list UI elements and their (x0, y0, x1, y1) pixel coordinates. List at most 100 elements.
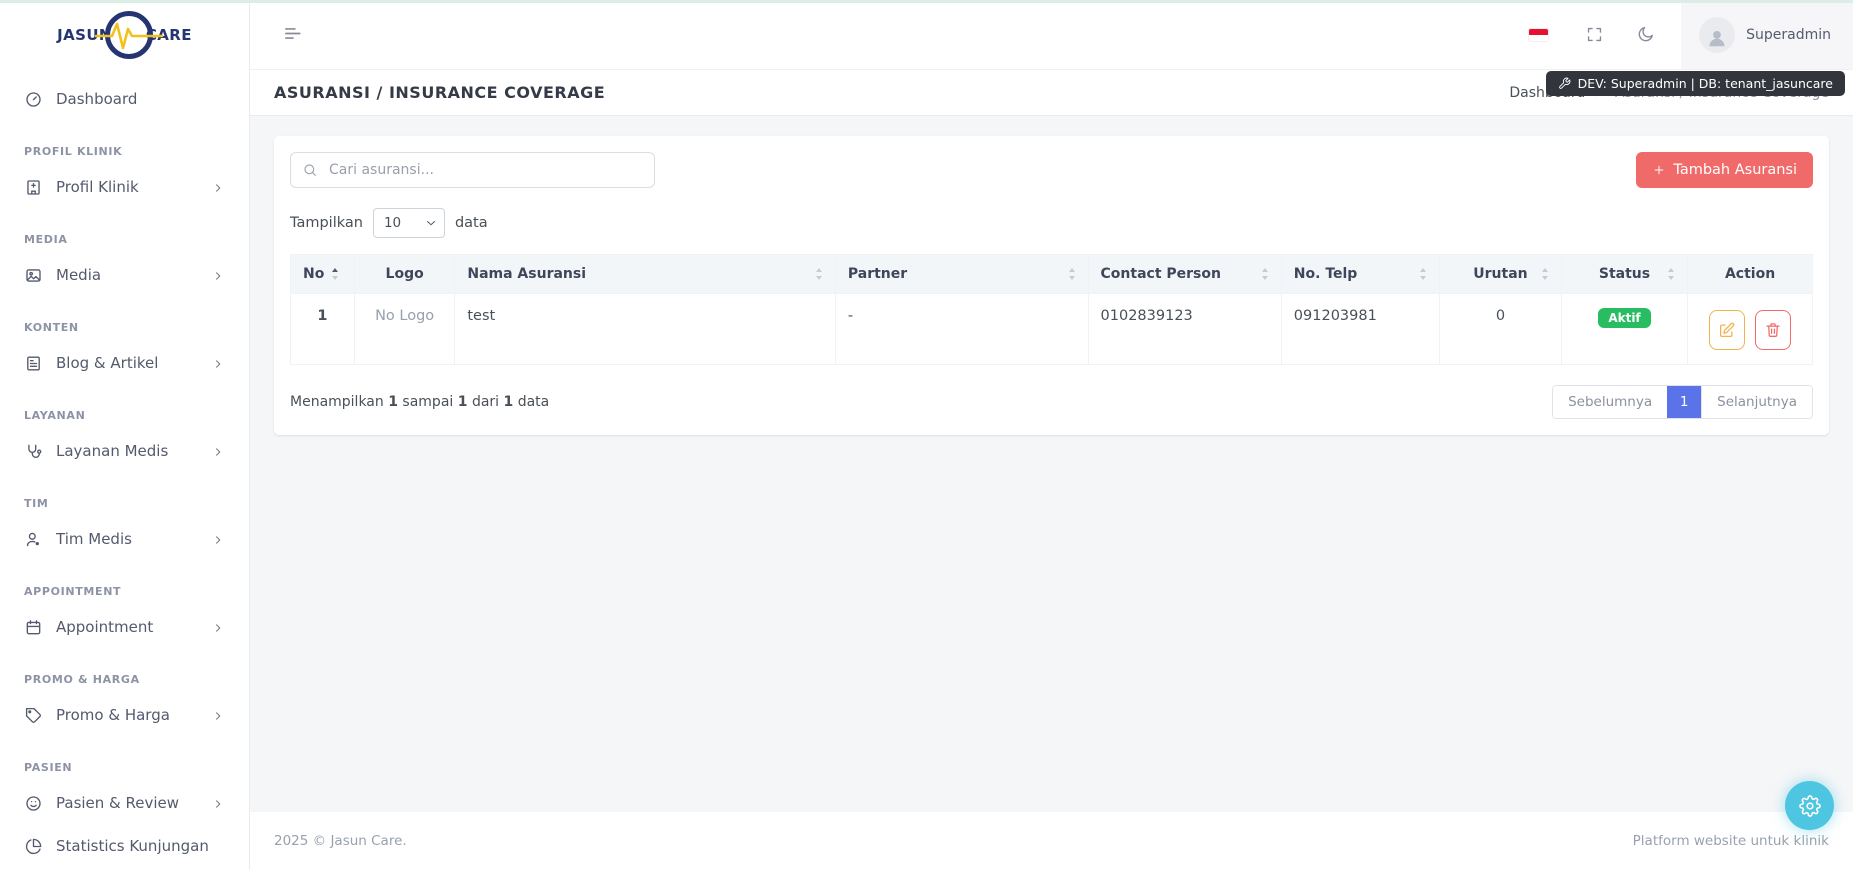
select-wrap: 10 (373, 208, 445, 238)
status-badge: Aktif (1598, 308, 1650, 328)
sidebar-section-heading: PROMO & HARGA (0, 649, 249, 694)
hospital-icon (24, 178, 43, 197)
table-info-part: 1 (504, 394, 514, 410)
sidebar-item-promo-harga[interactable]: Promo & Harga (0, 694, 249, 737)
column-label: Urutan (1473, 266, 1527, 282)
app-root: JASUN CARE Dashboard PROFIL KLINIK Profil … (0, 0, 1853, 870)
fullscreen-button[interactable] (1579, 19, 1610, 50)
sidebar: JASUN CARE Dashboard PROFIL KLINIK Profil … (0, 0, 250, 870)
column-label: Status (1599, 266, 1650, 282)
add-asuransi-button[interactable]: Tambah Asuransi (1636, 152, 1813, 188)
sidebar-item-profil-klinik[interactable]: Profil Klinik (0, 166, 249, 209)
edit-icon (1718, 321, 1736, 339)
wrench-icon (1558, 77, 1571, 90)
table-row: 1No Logotest-01028391230912039810Aktif (291, 294, 1813, 365)
dev-tooltip: DEV: Superadmin | DB: tenant_jasuncare (1546, 71, 1845, 96)
sidebar-section-heading: MEDIA (0, 209, 249, 254)
cell-logo: No Logo (354, 294, 454, 365)
pie-chart-icon (24, 837, 43, 856)
sort-icon (1068, 267, 1076, 281)
footer: 2025 © Jasun Care. Platform website untu… (250, 812, 1853, 870)
column-label: Action (1725, 266, 1775, 282)
cell-status: Aktif (1561, 294, 1687, 365)
sidebar-item-layanan-medis[interactable]: Layanan Medis (0, 430, 249, 473)
sidebar-item-pasien-review[interactable]: Pasien & Review (0, 782, 249, 825)
sidebar-item-tim-medis[interactable]: Tim Medis (0, 518, 249, 561)
smile-icon (24, 794, 43, 813)
column-header-contact-person[interactable]: Contact Person (1088, 255, 1281, 294)
dev-tooltip-text: DEV: Superadmin | DB: tenant_jasuncare (1578, 76, 1833, 91)
column-label: No. Telp (1294, 266, 1358, 282)
chevron-right-icon (211, 621, 225, 635)
sidebar-item-label: Layanan Medis (56, 442, 168, 461)
table-head: NoLogoNama AsuransiPartnerContact Person… (291, 255, 1813, 294)
sort-icon (1667, 267, 1675, 281)
brand-circle-icon (105, 11, 153, 59)
heartbeat-icon (96, 16, 162, 54)
page-title: ASURANSI / INSURANCE COVERAGE (274, 83, 605, 102)
sidebar-section-heading: PROFIL KLINIK (0, 121, 249, 166)
pagination-next-button[interactable]: Selanjutnya (1701, 386, 1812, 418)
edit-button[interactable] (1709, 310, 1745, 350)
table-info-part: 1 (388, 394, 398, 410)
sidebar-item-label: Statistics Kunjungan (56, 837, 209, 856)
image-icon (24, 266, 43, 285)
column-header-partner[interactable]: Partner (835, 255, 1088, 294)
topbar-right: Superadmin (1522, 0, 1853, 69)
asuransi-table: NoLogoNama AsuransiPartnerContact Person… (290, 254, 1813, 365)
table-info: Menampilkan 1 sampai 1 dari 1 data (290, 394, 549, 410)
sort-icon (1541, 267, 1549, 281)
column-header-status[interactable]: Status (1561, 255, 1687, 294)
cell-contact: 0102839123 (1088, 294, 1281, 365)
pagination-page-1[interactable]: 1 (1667, 386, 1701, 418)
add-asuransi-label: Tambah Asuransi (1673, 162, 1797, 178)
sidebar-item-label: Profil Klinik (56, 178, 139, 197)
person-icon (1706, 27, 1728, 49)
user-menu[interactable]: Superadmin (1681, 0, 1853, 69)
cell-partner: - (835, 294, 1088, 365)
delete-button[interactable] (1755, 310, 1791, 350)
sidebar-item-statistics-kunjungan[interactable]: Statistics Kunjungan (0, 825, 249, 868)
column-header-no[interactable]: No (291, 255, 355, 294)
chevron-right-icon (211, 357, 225, 371)
sort-icon (331, 267, 339, 281)
sidebar-item-dashboard[interactable]: Dashboard (0, 78, 249, 121)
sidebar-toggle-button[interactable] (278, 18, 309, 52)
table-info-part: sampai (398, 394, 458, 410)
column-header-urutan[interactable]: Urutan (1440, 255, 1562, 294)
page-size-select[interactable]: 10 (373, 208, 445, 238)
column-label: No (303, 266, 324, 282)
pagination-prev-button[interactable]: Sebelumnya (1553, 386, 1667, 418)
footer-tagline: Platform website untuk klinik (1633, 833, 1829, 849)
search-input[interactable] (290, 152, 655, 188)
sidebar-item-label: Pasien & Review (56, 794, 179, 813)
chevron-right-icon (211, 269, 225, 283)
sidebar-item-label: Dashboard (56, 90, 137, 109)
brand-logo[interactable]: JASUN CARE (0, 0, 249, 70)
sidebar-item-label: Tim Medis (56, 530, 132, 549)
language-flag-button[interactable] (1522, 22, 1555, 48)
sidebar-item-media[interactable]: Media (0, 254, 249, 297)
sidebar-item-appointment[interactable]: Appointment (0, 606, 249, 649)
chevron-right-icon (211, 533, 225, 547)
article-icon (24, 354, 43, 373)
chevron-right-icon (211, 709, 225, 723)
settings-fab-button[interactable] (1785, 781, 1834, 830)
search-icon (302, 162, 318, 178)
dark-mode-button[interactable] (1630, 19, 1661, 50)
sidebar-section-heading: PASIEN (0, 737, 249, 782)
table-header-row: NoLogoNama AsuransiPartnerContact Person… (291, 255, 1813, 294)
sidebar-item-blog-artikel[interactable]: Blog & Artikel (0, 342, 249, 385)
column-header-nama-asuransi[interactable]: Nama Asuransi (455, 255, 836, 294)
stethoscope-icon (24, 442, 43, 461)
column-header-no-telp[interactable]: No. Telp (1281, 255, 1439, 294)
table-info-part: data (513, 394, 549, 410)
gear-icon (1799, 795, 1821, 817)
column-label: Nama Asuransi (467, 266, 586, 282)
chevron-right-icon (211, 797, 225, 811)
show-entries-suffix: data (455, 215, 488, 231)
column-label: Partner (848, 266, 907, 282)
sidebar-item-label: Media (56, 266, 101, 285)
column-label: Contact Person (1101, 266, 1221, 282)
chevron-right-icon (211, 181, 225, 195)
